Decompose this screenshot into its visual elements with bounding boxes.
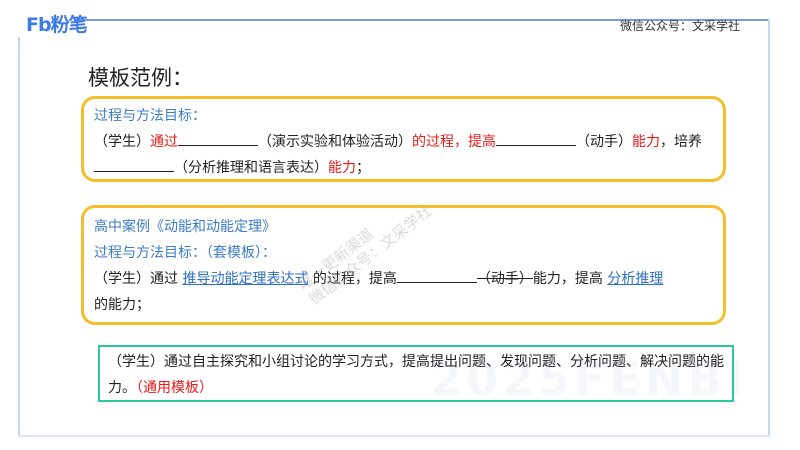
highlight: 的过程，提高 xyxy=(412,134,496,150)
wechat-label: 微信公众号：文采学社 xyxy=(620,19,741,33)
link-derivation[interactable]: 推导动能定理表达式 xyxy=(182,271,308,287)
highlight: 能力 xyxy=(632,134,660,150)
frame-border xyxy=(18,37,20,437)
link-analysis[interactable]: 分析推理 xyxy=(607,271,663,287)
text: （学生）通过 xyxy=(94,271,183,287)
text: ； xyxy=(356,160,370,176)
blank xyxy=(178,131,258,146)
template-tag: （通用模板） xyxy=(136,380,213,396)
text: （分析推理和语言表达） xyxy=(174,160,328,176)
text: （学生） xyxy=(94,134,150,150)
generic-template-box: （学生）通过自主探究和小组讨论的学习方式，提高提出问题、发现问题、分析问题、解决… xyxy=(98,345,734,402)
text: ，培养 xyxy=(660,134,702,150)
text: （动手） xyxy=(576,134,632,150)
fenbi-logo: Fb粉笔 xyxy=(26,14,88,36)
text: 能力，提高 xyxy=(532,271,608,287)
highlight: 通过 xyxy=(150,134,178,150)
blank xyxy=(94,157,174,172)
case-subheading: 过程与方法目标：（套模板）： xyxy=(94,245,276,261)
text: （演示实验和体验活动） xyxy=(258,134,412,150)
blank xyxy=(396,268,477,283)
text: 的能力； xyxy=(94,297,150,313)
box2-body: （学生）通过 推导动能定理表达式 的过程，提高 （动手）能力，提高 分析推理 的能力… xyxy=(94,266,723,318)
frame-border xyxy=(18,435,770,437)
frame-border xyxy=(768,19,770,437)
page-title: 模板范例： xyxy=(88,66,193,90)
box1-heading: 过程与方法目标： xyxy=(94,108,206,124)
highlight: 能力 xyxy=(328,160,356,176)
blank xyxy=(496,131,576,146)
template-box-1: 过程与方法目标： （学生）通过 （演示实验和体验活动）的过程，提高 （动手）能力，培… xyxy=(81,96,726,182)
box1-body: （学生）通过 （演示实验和体验活动）的过程，提高 （动手）能力，培养（分析推理和语言… xyxy=(94,129,723,181)
struck-text: （动手） xyxy=(476,271,533,287)
